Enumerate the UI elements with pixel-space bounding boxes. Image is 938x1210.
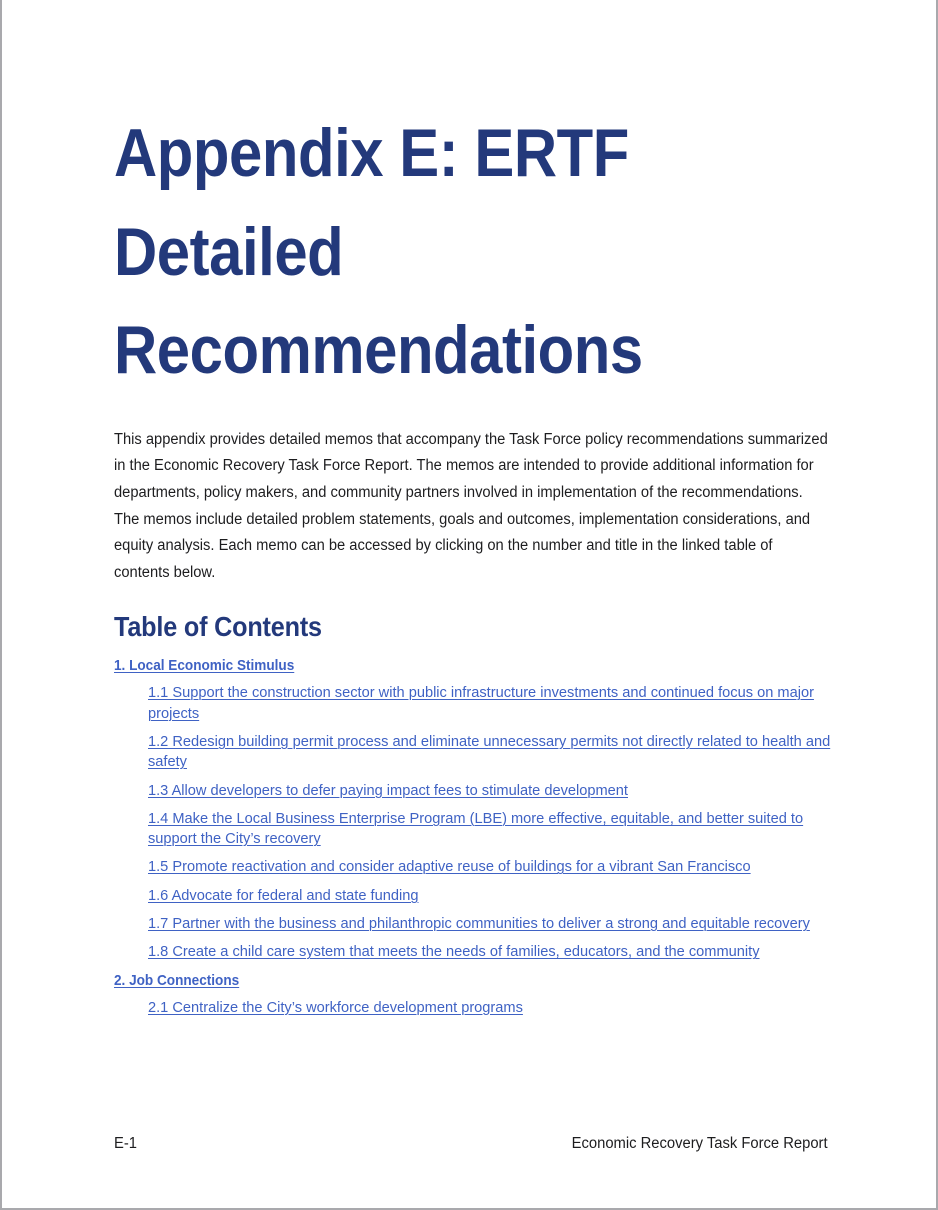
toc-entry: 1.7 Partner with the business and philan… [114, 914, 830, 934]
page-title: Appendix E: ERTF Detailed Recommendation… [114, 115, 643, 389]
table-of-contents-heading: Table of Contents [114, 611, 322, 643]
toc-section-link-2[interactable]: 2. Job Connections [114, 971, 239, 991]
toc-entry-link-1-5[interactable]: 1.5 Promote reactivation and consider ad… [148, 857, 830, 877]
toc-entry: 1.4 Make the Local Business Enterprise P… [114, 809, 830, 850]
table-of-contents: 1. Local Economic Stimulus 1.1 Support t… [114, 644, 830, 1018]
toc-entry-link-1-2[interactable]: 1.2 Redesign building permit process and… [148, 732, 830, 773]
toc-entry: 1.6 Advocate for federal and state fundi… [114, 886, 830, 906]
toc-section-link-1[interactable]: 1. Local Economic Stimulus [114, 656, 294, 676]
toc-entry: 1.5 Promote reactivation and consider ad… [114, 857, 830, 877]
toc-section-group: 1. Local Economic Stimulus [114, 656, 830, 683]
document-page: Appendix E: ERTF Detailed Recommendation… [0, 0, 938, 1210]
intro-paragraph: This appendix provides detailed memos th… [114, 430, 828, 581]
toc-entry-link-1-7[interactable]: 1.7 Partner with the business and philan… [148, 914, 830, 934]
toc-entry: 1.2 Redesign building permit process and… [114, 732, 830, 773]
footer-page-number: E-1 [114, 1135, 137, 1152]
toc-entry: 2.1 Centralize the City’s workforce deve… [114, 998, 830, 1018]
toc-entry-link-1-8[interactable]: 1.8 Create a child care system that meet… [148, 942, 830, 962]
page-footer: E-1 Economic Recovery Task Force Report [114, 1133, 828, 1155]
toc-entry-link-1-6[interactable]: 1.6 Advocate for federal and state fundi… [148, 886, 830, 906]
toc-entry: 1.3 Allow developers to defer paying imp… [114, 781, 830, 801]
toc-entry-link-2-1[interactable]: 2.1 Centralize the City’s workforce deve… [148, 998, 830, 1018]
toc-entry-link-1-1[interactable]: 1.1 Support the construction sector with… [148, 683, 830, 724]
toc-entry-link-1-4[interactable]: 1.4 Make the Local Business Enterprise P… [148, 809, 830, 850]
page-content: Appendix E: ERTF Detailed Recommendation… [114, 0, 830, 1026]
toc-entry: 1.1 Support the construction sector with… [114, 683, 830, 724]
toc-entry: 1.8 Create a child care system that meet… [114, 942, 830, 962]
footer-document-name: Economic Recovery Task Force Report [572, 1135, 828, 1152]
toc-entry-link-1-3[interactable]: 1.3 Allow developers to defer paying imp… [148, 781, 830, 801]
toc-section-group: 2. Job Connections [114, 971, 830, 998]
